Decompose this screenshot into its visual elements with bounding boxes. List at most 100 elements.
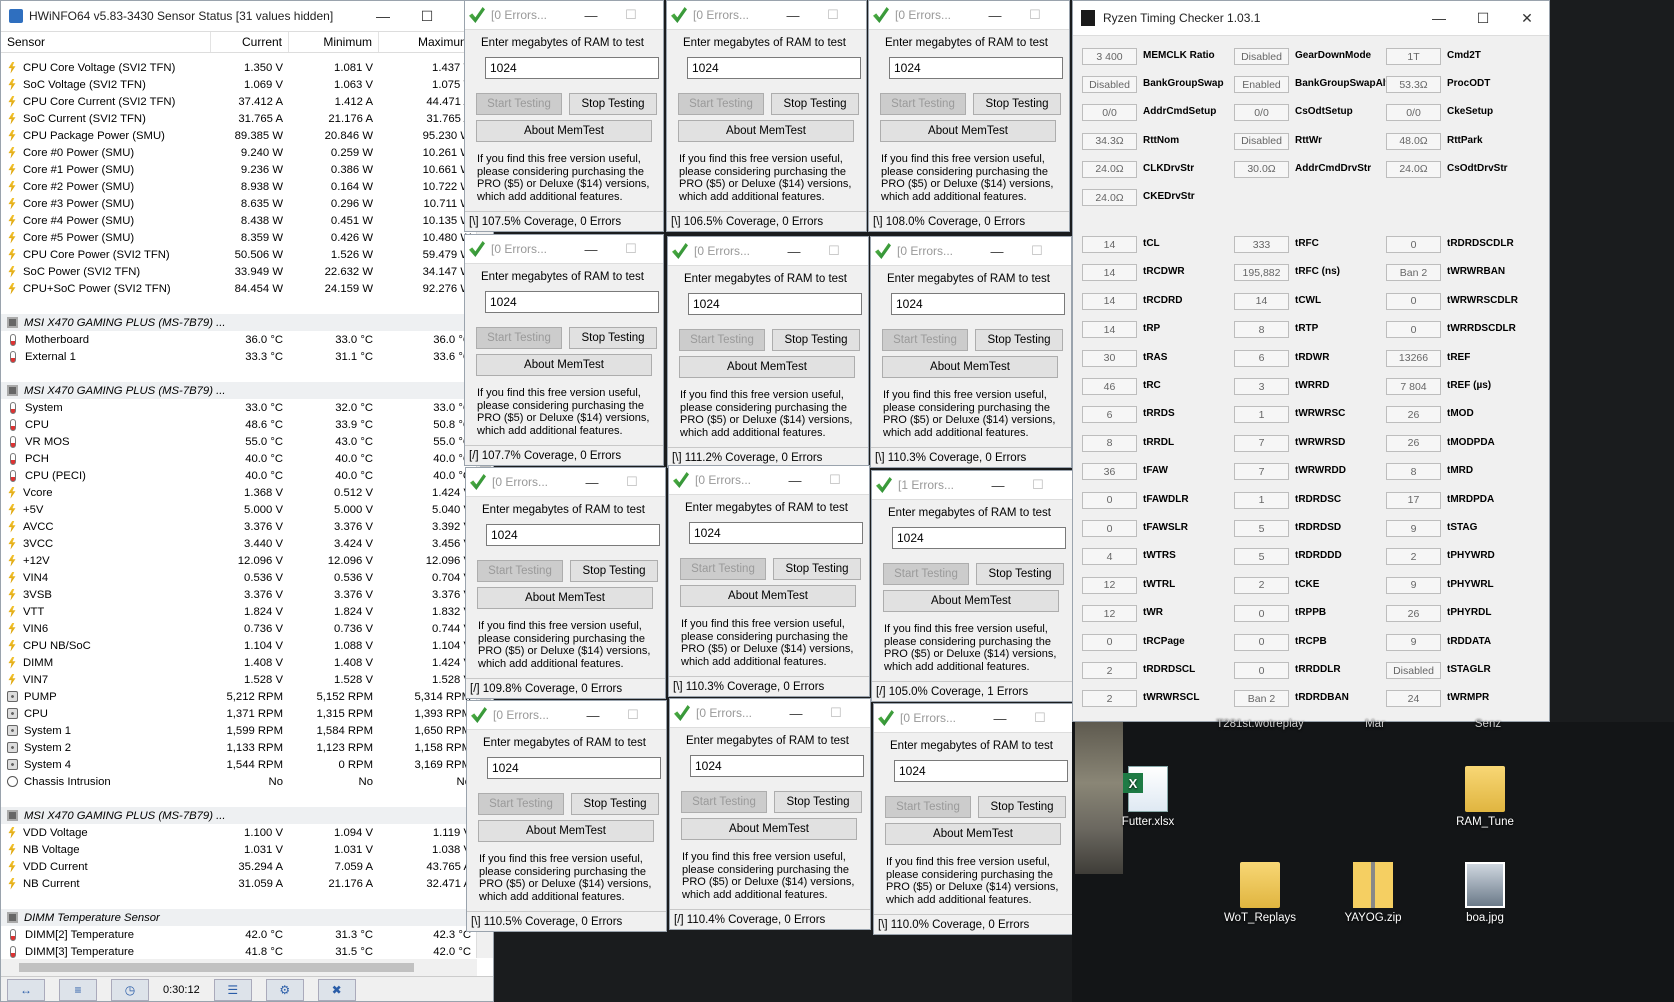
col-sensor[interactable]: Sensor: [1, 32, 211, 52]
sensor-row[interactable]: System 2 1,133 RPM 1,123 RPM 1,158 RPM: [1, 739, 477, 756]
hwinfo-window[interactable]: HWiNFO64 v5.83-3430 Sensor Status [31 va…: [0, 0, 494, 1002]
about-memtest-button[interactable]: About MemTest: [678, 120, 854, 142]
sensor-row[interactable]: +12V 12.096 V 12.096 V 12.096 V: [1, 552, 477, 569]
about-memtest-button[interactable]: About MemTest: [476, 120, 652, 142]
ram-megabytes-input[interactable]: [688, 293, 862, 315]
memtest-window[interactable]: [0 Errors...—☐✕Enter megabytes of RAM to…: [464, 0, 664, 232]
minimize-icon[interactable]: —: [572, 468, 612, 496]
stop-testing-button[interactable]: Stop Testing: [571, 793, 659, 815]
sensor-row[interactable]: 3VSB 3.376 V 3.376 V 3.376 V: [1, 586, 477, 603]
ram-megabytes-input[interactable]: [485, 291, 659, 313]
col-maximum[interactable]: Maximum: [379, 32, 477, 52]
sensor-row[interactable]: CPU (PECI) 40.0 °C 40.0 °C 40.0 °C: [1, 467, 477, 484]
about-memtest-button[interactable]: About MemTest: [477, 587, 653, 609]
sensor-row[interactable]: CPU NB/SoC 1.104 V 1.088 V 1.104 V: [1, 637, 477, 654]
col-minimum[interactable]: Minimum: [289, 32, 379, 52]
ram-megabytes-input[interactable]: [485, 57, 659, 79]
sensor-row[interactable]: VDD Voltage 1.100 V 1.094 V 1.119 V: [1, 824, 477, 841]
memtest-window[interactable]: [0 Errors...—☐✕Enter megabytes of RAM to…: [667, 236, 869, 468]
stop-testing-button[interactable]: Stop Testing: [771, 93, 859, 115]
settings-icon[interactable]: ⚙: [265, 979, 304, 1001]
sensor-row[interactable]: DIMM[2] Temperature 42.0 °C 31.3 °C 42.3 °C: [1, 926, 477, 943]
start-testing-button[interactable]: Start Testing: [476, 93, 562, 115]
desktop-icon-futter[interactable]: Futter.xlsx: [1103, 766, 1193, 828]
minimize-icon[interactable]: —: [980, 704, 1020, 732]
sensor-row[interactable]: VR MOS 55.0 °C 43.0 °C 55.0 °C: [1, 433, 477, 450]
hwinfo-titlebar[interactable]: HWiNFO64 v5.83-3430 Sensor Status [31 va…: [1, 1, 493, 31]
memtest-titlebar[interactable]: [0 Errors...—☐✕: [874, 704, 1074, 732]
memtest-titlebar[interactable]: [0 Errors...—☐✕: [465, 1, 663, 29]
start-testing-button[interactable]: Start Testing: [678, 93, 764, 115]
ram-megabytes-input[interactable]: [889, 57, 1063, 79]
maximize-icon[interactable]: ☐: [1461, 3, 1505, 33]
minimize-icon[interactable]: —: [775, 466, 815, 494]
memtest-titlebar[interactable]: [0 Errors...—☐✕: [667, 1, 866, 29]
sensor-row[interactable]: DIMM 1.408 V 1.408 V 1.424 V: [1, 654, 477, 671]
stop-testing-button[interactable]: Stop Testing: [570, 560, 658, 582]
sensor-row[interactable]: Vcore 1.368 V 0.512 V 1.424 V: [1, 484, 477, 501]
about-memtest-button[interactable]: About MemTest: [679, 356, 855, 378]
minimize-icon[interactable]: —: [773, 1, 813, 29]
memtest-window[interactable]: [0 Errors...—☐✕Enter megabytes of RAM to…: [870, 236, 1072, 468]
minimize-icon[interactable]: —: [977, 237, 1017, 265]
memtest-titlebar[interactable]: [0 Errors...—☐✕: [465, 235, 663, 263]
sensor-row[interactable]: CPU Core Power (SVI2 TFN) 50.506 W 1.526 W…: [1, 246, 477, 263]
sensor-row[interactable]: Chassis Intrusion No No No: [1, 773, 477, 790]
about-memtest-button[interactable]: About MemTest: [476, 354, 652, 376]
sensor-group-header[interactable]: MSI X470 GAMING PLUS (MS-7B79) ...: [1, 807, 477, 824]
stop-testing-button[interactable]: Stop Testing: [772, 329, 860, 351]
sensor-row[interactable]: CPU Package Power (SMU) 89.385 W 20.846 W 9…: [1, 127, 477, 144]
sensor-row[interactable]: CPU 48.6 °C 33.9 °C 50.8 °C: [1, 416, 477, 433]
ram-megabytes-input[interactable]: [487, 757, 661, 779]
memtest-titlebar[interactable]: [0 Errors...—☐✕: [466, 468, 665, 496]
start-testing-button[interactable]: Start Testing: [681, 791, 767, 813]
ram-megabytes-input[interactable]: [891, 293, 1065, 315]
memtest-window[interactable]: [0 Errors...—☐✕Enter megabytes of RAM to…: [465, 467, 666, 699]
ryzen-timing-checker-window[interactable]: Ryzen Timing Checker 1.03.1 — ☐ ✕ 3 400 M…: [1072, 0, 1550, 722]
memtest-titlebar[interactable]: [0 Errors...—☐✕: [670, 699, 870, 727]
desktop-icon-ram-tune[interactable]: RAM_Tune: [1440, 766, 1530, 828]
memtest-titlebar[interactable]: [0 Errors...—☐✕: [668, 237, 868, 265]
hscroll-thumb[interactable]: [19, 963, 414, 972]
sensor-row[interactable]: Core #1 Power (SMU) 9.236 W 0.386 W 10.661 …: [1, 161, 477, 178]
memtest-window[interactable]: [1 Errors...—☐✕Enter megabytes of RAM to…: [871, 470, 1073, 702]
sensor-row[interactable]: Motherboard 36.0 °C 33.0 °C 36.0 °C: [1, 331, 477, 348]
minimize-icon[interactable]: —: [573, 701, 613, 729]
col-current[interactable]: Current: [211, 32, 289, 52]
memtest-window[interactable]: [0 Errors...—☐✕Enter megabytes of RAM to…: [464, 234, 664, 466]
sensor-list[interactable]: CPU Core Voltage (SVI2 TFN) 1.350 V 1.081 …: [1, 59, 477, 959]
sensor-group-header[interactable]: MSI X470 GAMING PLUS (MS-7B79) ...: [1, 382, 477, 399]
ram-megabytes-input[interactable]: [892, 527, 1066, 549]
close-icon[interactable]: ✕: [651, 1, 663, 29]
start-testing-button[interactable]: Start Testing: [882, 329, 968, 351]
close-icon[interactable]: ✕: [651, 235, 663, 263]
sensor-row[interactable]: System 1 1,599 RPM 1,584 RPM 1,650 RPM: [1, 722, 477, 739]
stop-testing-button[interactable]: Stop Testing: [975, 329, 1063, 351]
sensor-row[interactable]: Core #3 Power (SMU) 8.635 W 0.296 W 10.711 …: [1, 195, 477, 212]
sensor-row[interactable]: CPU Core Current (SVI2 TFN) 37.412 A 1.412…: [1, 93, 477, 110]
arrows-icon[interactable]: ↔: [7, 979, 45, 1001]
sensor-row[interactable]: System 33.0 °C 32.0 °C 33.0 °C: [1, 399, 477, 416]
minimize-icon[interactable]: —: [571, 235, 611, 263]
sensor-row[interactable]: +5V 5.000 V 5.000 V 5.040 V: [1, 501, 477, 518]
memtest-window[interactable]: [0 Errors...—☐✕Enter megabytes of RAM to…: [669, 698, 871, 930]
sensor-row[interactable]: NB Voltage 1.031 V 1.031 V 1.038 V: [1, 841, 477, 858]
start-testing-button[interactable]: Start Testing: [477, 560, 563, 582]
memtest-titlebar[interactable]: [1 Errors... — ☐ ✕: [872, 471, 1072, 499]
sensor-row[interactable]: CPU Core Voltage (SVI2 TFN) 1.350 V 1.081 …: [1, 59, 477, 76]
start-testing-button[interactable]: Start Testing: [883, 563, 969, 585]
rtc-titlebar[interactable]: Ryzen Timing Checker 1.03.1 — ☐ ✕: [1073, 1, 1549, 35]
sensor-row[interactable]: NB Current 31.059 A 21.176 A 32.471 A: [1, 875, 477, 892]
minimize-icon[interactable]: —: [571, 1, 611, 29]
ram-megabytes-input[interactable]: [687, 57, 861, 79]
minimize-icon[interactable]: —: [776, 699, 816, 727]
sensor-row[interactable]: PCH 40.0 °C 40.0 °C 40.0 °C: [1, 450, 477, 467]
sensor-row[interactable]: VTT 1.824 V 1.824 V 1.832 V: [1, 603, 477, 620]
close-icon[interactable]: ✕: [653, 701, 666, 729]
start-testing-button[interactable]: Start Testing: [680, 558, 766, 580]
sensor-group-header[interactable]: DIMM Temperature Sensor: [1, 909, 477, 926]
minimize-icon[interactable]: —: [361, 1, 405, 31]
close-icon[interactable]: ✕: [855, 466, 869, 494]
start-testing-button[interactable]: Start Testing: [880, 93, 966, 115]
about-memtest-button[interactable]: About MemTest: [681, 818, 857, 840]
